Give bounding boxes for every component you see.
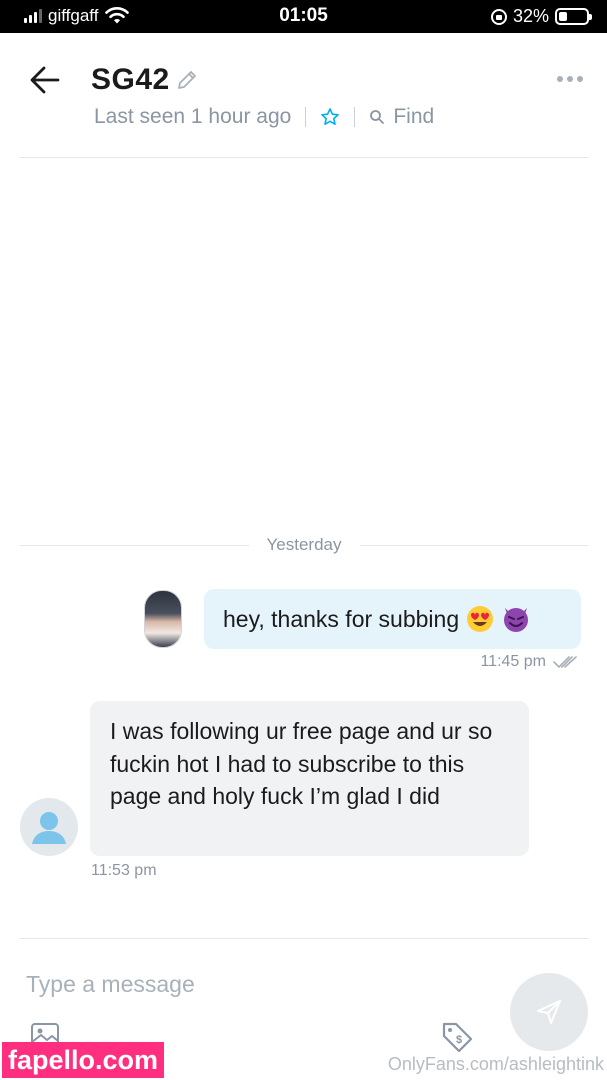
- default-user-icon: [32, 812, 66, 844]
- battery-fill: [559, 12, 568, 21]
- read-receipt-icon: [553, 656, 577, 668]
- contact-name[interactable]: SG42: [91, 63, 170, 97]
- divider-line: [359, 544, 589, 546]
- outgoing-message-bubble: hey, thanks for subbing: [204, 589, 581, 649]
- battery-percent: 32%: [512, 6, 549, 26]
- battery-icon: [555, 8, 592, 25]
- date-label: Yesterday: [266, 535, 342, 554]
- header-divider: [20, 157, 588, 158]
- favorite-star-icon[interactable]: [320, 107, 340, 127]
- sender-avatar[interactable]: [144, 590, 182, 648]
- watermark-right: OnlyFans.com/ashleightink: [387, 1054, 604, 1074]
- date-divider: Yesterday: [20, 534, 589, 556]
- edit-pencil-icon[interactable]: [175, 68, 199, 92]
- separator: [305, 107, 307, 127]
- message-timestamp: 11:45 pm: [480, 653, 580, 671]
- find-label: Find: [393, 105, 435, 128]
- find-button[interactable]: Find: [369, 105, 434, 129]
- message-text: I was following ur free page and ur so f…: [110, 718, 493, 809]
- more-options-icon[interactable]: [555, 73, 585, 85]
- smiling-devil-emoji-icon: [504, 608, 529, 632]
- price-tag-icon[interactable]: $: [440, 1020, 474, 1054]
- header-subline: Last seen 1 hour ago Find: [94, 105, 434, 129]
- status-right: 32%: [490, 6, 592, 27]
- time-label: 11:45 pm: [480, 653, 546, 670]
- heart-eyes-emoji-icon: [467, 606, 494, 632]
- divider-line: [20, 544, 249, 546]
- send-button[interactable]: [510, 973, 588, 1051]
- send-icon: [537, 1000, 561, 1024]
- message-text: hey, thanks for subbing: [223, 605, 460, 632]
- separator: [354, 107, 356, 127]
- contact-avatar[interactable]: [20, 798, 78, 856]
- last-seen-status: Last seen 1 hour ago: [94, 105, 292, 128]
- search-icon: [370, 110, 385, 124]
- watermark-left: fapello.com: [2, 1042, 165, 1078]
- status-bar: giffgaff 01:05 32%: [0, 0, 607, 33]
- message-timestamp: 11:53 pm: [91, 862, 157, 879]
- orientation-lock-icon: [490, 8, 507, 25]
- svg-text:$: $: [456, 1034, 462, 1046]
- message-input[interactable]: [26, 968, 496, 1000]
- incoming-message-bubble: I was following ur free page and ur so f…: [90, 701, 529, 856]
- back-arrow-icon[interactable]: [28, 63, 62, 97]
- composer-divider: [20, 938, 588, 939]
- chat-header: SG42 Last seen 1 hour ago Find: [0, 33, 607, 158]
